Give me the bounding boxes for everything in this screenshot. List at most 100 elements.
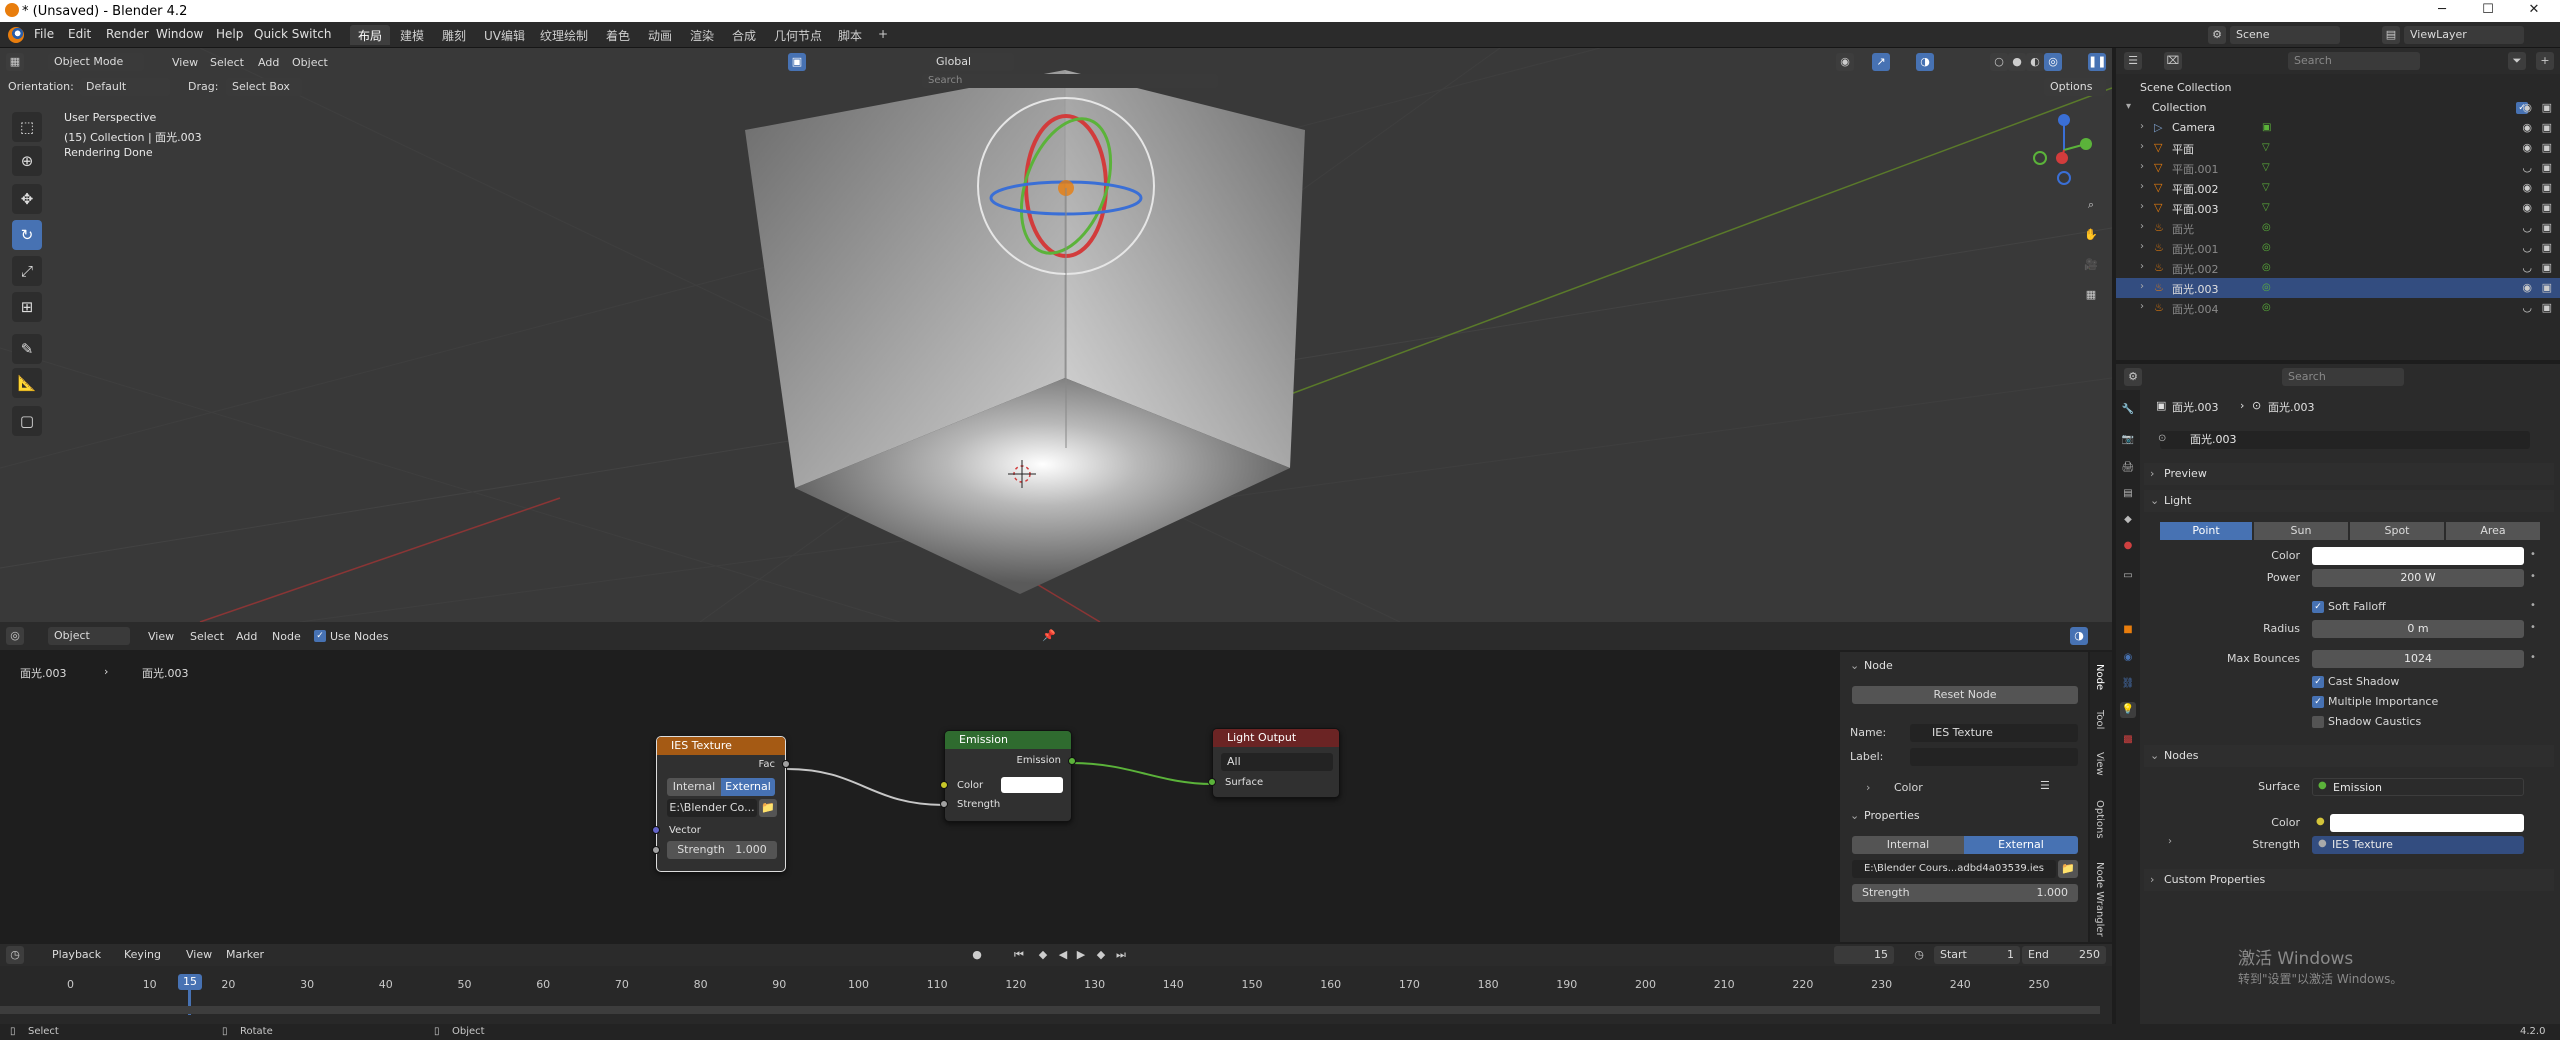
npanel-name-field[interactable]: IES Texture — [1910, 724, 2078, 742]
emission-output-socket[interactable] — [1068, 757, 1076, 765]
shading-wireframe-icon[interactable]: ○ — [1990, 53, 2008, 71]
expand-icon[interactable]: › — [2140, 301, 2144, 312]
strength-socket[interactable] — [652, 846, 660, 854]
end-frame-field[interactable]: End 250 — [2022, 946, 2106, 964]
use-nodes-checkbox[interactable]: ✓ — [314, 630, 326, 642]
object-data-icon[interactable]: ◎ — [2262, 222, 2274, 234]
blender-menu-icon[interactable] — [8, 27, 24, 43]
expand-icon[interactable]: › — [2140, 121, 2144, 132]
npanel-strength-field[interactable]: Strength 1.000 — [1852, 884, 2078, 902]
jump-end-icon[interactable]: ⏭ — [1112, 946, 1130, 964]
gizmo-toggle-icon[interactable]: ↗ — [1872, 53, 1890, 71]
jump-start-icon[interactable]: ⏮ — [1010, 946, 1028, 964]
surface-shader-field[interactable]: Emission — [2312, 778, 2524, 796]
render-visibility-icon[interactable]: ▣ — [2542, 161, 2552, 174]
menu-window[interactable]: Window — [156, 27, 203, 41]
render-icon[interactable]: ▣ — [2542, 101, 2552, 114]
properties-search-input[interactable]: Search — [2282, 368, 2404, 386]
node-editor-type-icon[interactable]: ◎ — [6, 627, 24, 645]
shading-solid-icon[interactable]: ● — [2008, 53, 2026, 71]
preview-panel-header[interactable]: › Preview — [2144, 463, 2554, 485]
surface-socket[interactable] — [1208, 778, 1216, 786]
output-tab-icon[interactable]: 🖨 — [2120, 460, 2136, 476]
outliner-type-icon[interactable]: ☰ — [2124, 52, 2142, 70]
render-visibility-icon[interactable]: ▣ — [2542, 181, 2552, 194]
mode-selector[interactable]: Object Mode — [48, 53, 144, 71]
object-data-icon[interactable]: ◎ — [2262, 302, 2274, 314]
render-visibility-icon[interactable]: ▣ — [2542, 201, 2552, 214]
transform-tool[interactable]: ⊞ — [12, 292, 42, 322]
custom-properties-header[interactable]: › Custom Properties — [2144, 869, 2554, 891]
object-data-icon[interactable]: ▽ — [2262, 182, 2274, 194]
fac-socket[interactable] — [782, 760, 790, 768]
rotate-tool[interactable]: ↻ — [12, 220, 42, 250]
tab-texture-paint[interactable]: 纹理绘制 — [532, 25, 596, 45]
tab-shading[interactable]: 着色 — [598, 25, 638, 45]
tab-geometry-nodes[interactable]: 几何节点 — [766, 25, 830, 45]
menu-quick-switch[interactable]: Quick Switch — [254, 27, 331, 41]
expand-icon[interactable]: › — [2140, 141, 2144, 152]
outliner-item[interactable]: › ▽ 平面.003 ▽ ◉ ▣ — [2116, 198, 2560, 218]
properties-type-icon[interactable]: ⚙ — [2124, 368, 2142, 386]
object-data-icon[interactable]: ▽ — [2262, 142, 2274, 154]
ies-filepath-field[interactable]: E:\Blender Co... — [667, 799, 757, 817]
eye-icon[interactable]: ◉ — [2522, 101, 2532, 114]
npanel-tab-node-wrangler[interactable]: Node Wrangler — [2094, 862, 2105, 937]
new-collection-icon[interactable]: + — [2536, 52, 2554, 70]
npanel-tab-options[interactable]: Options — [2094, 800, 2105, 839]
object-data-icon[interactable]: ◎ — [2262, 242, 2274, 254]
collection-tab-icon[interactable]: ▭ — [2120, 568, 2136, 584]
outliner-item[interactable]: › ♨ 面光.001 ◎ ◡ ▣ — [2116, 238, 2560, 258]
npanel-label-field[interactable] — [1910, 748, 2078, 766]
emission-color-socket[interactable] — [940, 781, 948, 789]
emission-color-swatch[interactable] — [2330, 814, 2524, 832]
scale-tool[interactable]: ⤢ — [12, 256, 42, 286]
object-data-icon[interactable]: ▣ — [2262, 122, 2274, 134]
scene-tab-icon[interactable]: ◆ — [2120, 512, 2136, 528]
node-menu-node[interactable]: Node — [272, 630, 301, 643]
ies-mode-internal[interactable]: Internal — [667, 778, 721, 796]
eye-icon[interactable]: ◡ — [2522, 241, 2532, 254]
menu-help[interactable]: Help — [216, 27, 243, 41]
strength-expand-icon[interactable]: › — [2168, 836, 2172, 847]
emission-strength-socket[interactable] — [940, 800, 948, 808]
menu-render[interactable]: Render — [106, 27, 149, 41]
annotate-tool[interactable]: ✎ — [12, 334, 42, 364]
light-type-spot[interactable]: Spot — [2350, 522, 2444, 540]
play-reverse-icon[interactable]: ◀ — [1054, 946, 1072, 964]
render-visibility-icon[interactable]: ▣ — [2542, 241, 2552, 254]
light-type-sun[interactable]: Sun — [2254, 522, 2348, 540]
render-tab-icon[interactable]: 📷 — [2120, 432, 2136, 448]
texture-tab-icon[interactable]: ▩ — [2120, 732, 2136, 748]
render-visibility-icon[interactable]: ▣ — [2542, 121, 2552, 134]
world-tab-icon[interactable]: ● — [2120, 538, 2136, 554]
prev-keyframe-icon[interactable]: ◆ — [1034, 946, 1052, 964]
eye-icon[interactable]: ◉ — [2522, 121, 2532, 134]
drag-selector[interactable]: Select Box — [226, 78, 302, 96]
keyframe-dot[interactable]: • — [2530, 600, 2536, 611]
ies-node-title[interactable]: IES Texture — [657, 737, 785, 755]
viewport-menu-select[interactable]: Select — [210, 56, 244, 69]
npanel-tab-tool[interactable]: Tool — [2094, 710, 2105, 729]
node-menu-add[interactable]: Add — [236, 630, 257, 643]
render-visibility-icon[interactable]: ▣ — [2542, 281, 2552, 294]
viewport-menu-object[interactable]: Object — [292, 56, 328, 69]
nodes-panel-header[interactable]: ⌄ Nodes — [2144, 745, 2554, 767]
npanel-folder-icon[interactable]: 📁 — [2058, 860, 2078, 878]
emission-node[interactable]: Emission Emission Color Strength — [940, 730, 1076, 822]
transform-orientation-selector[interactable]: Global — [930, 53, 1014, 71]
pin-icon[interactable]: 📌 — [1040, 627, 1058, 645]
tab-modeling[interactable]: 建模 — [392, 25, 432, 45]
timeline-keying-menu[interactable]: Keying — [124, 948, 161, 961]
reset-node-button[interactable]: Reset Node — [1852, 686, 2078, 704]
object-data-icon[interactable]: ◎ — [2262, 282, 2274, 294]
max-bounces-field[interactable]: 1024 — [2312, 650, 2524, 668]
timeline-marker-menu[interactable]: Marker — [226, 948, 264, 961]
eye-icon[interactable]: ◉ — [2522, 201, 2532, 214]
ies-mode-external[interactable]: External — [721, 778, 775, 796]
object-data-icon[interactable]: ▽ — [2262, 162, 2274, 174]
viewlayer-selector[interactable]: ViewLayer — [2404, 26, 2524, 44]
object-tab-icon[interactable]: ■ — [2120, 622, 2136, 638]
current-frame-field[interactable]: 15 — [1834, 946, 1894, 964]
eye-icon[interactable]: ◡ — [2522, 261, 2532, 274]
